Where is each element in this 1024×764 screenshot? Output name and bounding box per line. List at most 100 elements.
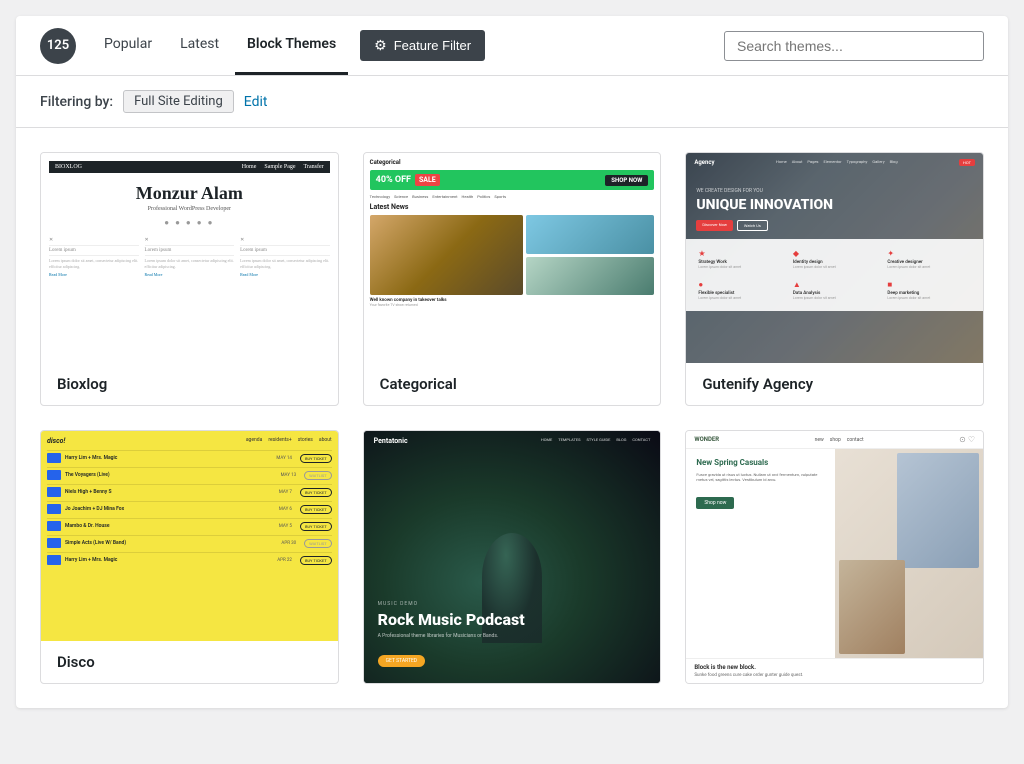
cat-images <box>370 215 655 295</box>
agency-card-5: ▲ Data Analysis Lorem ipsum dolor sit am… <box>789 276 881 305</box>
theme-card-agency[interactable]: Agency HomeAboutPagesElementorTypography… <box>685 152 984 406</box>
wonder-image-1 <box>897 453 979 568</box>
disco-date-3: MAY 6 <box>279 507 292 512</box>
disco-brand: disco! <box>47 437 65 445</box>
wonder-logo: WONDER <box>694 436 719 443</box>
disco-artist-0: Harry Lim + Mrs. Magic <box>65 455 272 461</box>
gear-icon: ⚙ <box>374 37 387 54</box>
agency-discover-btn: Discover Now <box>696 220 733 231</box>
disco-icon-4 <box>47 521 61 531</box>
feature-filter-label: Feature Filter <box>394 38 471 53</box>
theme-preview-wonder: WONDER newshopcontact ⊙ ♡ New Spring Cas… <box>686 431 983 683</box>
search-area <box>724 31 984 61</box>
filter-edit-link[interactable]: Edit <box>244 94 268 110</box>
main-container: 125 Popular Latest Block Themes ⚙ Featur… <box>16 16 1008 708</box>
disco-row-3: Jo Joachim + DJ Mina Fox MAY 6 BUY TICKE… <box>47 501 332 516</box>
penta-logo: Pentatonic <box>374 437 408 445</box>
penta-main: MUSIC DEMO Rock Music Podcast A Professi… <box>364 591 661 683</box>
cat-sale-badge: SALE <box>415 174 440 186</box>
disco-btn-2: BUY TICKET <box>300 488 332 497</box>
disco-btn-4: BUY TICKET <box>300 522 332 531</box>
theme-name-bioxlog: Bioxlog <box>41 363 338 405</box>
filter-bar: Filtering by: Full Site Editing Edit <box>16 76 1008 128</box>
theme-name-agency: Gutenify Agency <box>686 363 983 405</box>
wonder-image-2 <box>839 560 906 654</box>
theme-preview-agency: Agency HomeAboutPagesElementorTypography… <box>686 153 983 363</box>
agency-card-3: ✦ Creative designer Lorem ipsum dolor si… <box>883 245 975 274</box>
theme-preview-disco: disco! agendaresidents+storiesabout Harr… <box>41 431 338 641</box>
nav-tabs: Popular Latest Block Themes ⚙ Feature Fi… <box>92 16 724 75</box>
disco-date-6: APR 22 <box>277 558 292 563</box>
cat-nav: TechnologyScienceBusinessEntertainmentHe… <box>370 194 655 199</box>
disco-nav: agendaresidents+storiesabout <box>246 437 332 445</box>
bioxlog-subtitle: Professional WordPress Developer <box>49 206 330 212</box>
penta-nav: Pentatonic HOMETEMPLATESSTYLE GUIDEBLOGC… <box>364 431 661 451</box>
theme-card-categorical[interactable]: Categorical 40% OFF SALE SHOP NOW Techno… <box>363 152 662 406</box>
disco-rows: Harry Lim + Mrs. Magic MAY 14 BUY TICKET… <box>47 450 332 567</box>
cat-image-bottom <box>526 257 654 296</box>
disco-icon-1 <box>47 470 61 480</box>
tab-latest[interactable]: Latest <box>168 16 231 75</box>
bioxlog-col-3: ✕ Lorem ipsum Lorem ipsum dolor sit amet… <box>240 237 330 277</box>
tab-popular[interactable]: Popular <box>92 16 164 75</box>
disco-artist-2: Niels High + Benny S <box>65 489 275 495</box>
theme-preview-categorical: Categorical 40% OFF SALE SHOP NOW Techno… <box>364 153 661 363</box>
wonder-headline: New Spring Casuals <box>696 459 824 468</box>
theme-card-bioxlog[interactable]: BIOXLOG HomeSample PageTransfer Monzur A… <box>40 152 339 406</box>
cat-side-images <box>526 215 654 295</box>
wonder-block-text: Sunke food greens cure cake order gunter… <box>694 673 975 678</box>
agency-card-6: ■ Deep marketing Lorem ipsum dolor sit a… <box>883 276 975 305</box>
theme-name-disco: Disco <box>41 641 338 683</box>
theme-card-disco[interactable]: disco! agendaresidents+storiesabout Harr… <box>40 430 339 684</box>
disco-date-0: MAY 14 <box>276 456 292 461</box>
agency-nav: Agency HomeAboutPagesElementorTypography… <box>686 153 983 172</box>
agency-card-4: ● Flexible specialist Lorem ipsum dolor … <box>694 276 786 305</box>
wonder-cta: Shop now <box>696 497 734 509</box>
disco-icon-3 <box>47 504 61 514</box>
bioxlog-cols: ✕ Lorem ipsum Lorem ipsum dolor sit amet… <box>49 237 330 277</box>
bioxlog-col-2: ✕ Lorem ipsum Lorem ipsum dolor sit amet… <box>145 237 235 277</box>
wonder-left: New Spring Casuals Fusce gravida ut risu… <box>686 449 834 658</box>
theme-count-badge: 125 <box>40 28 76 64</box>
disco-artist-6: Harry Lim + Mrs. Magic <box>65 557 273 563</box>
bioxlog-title: Monzur Alam <box>49 183 330 204</box>
disco-btn-6: BUY TICKET <box>300 556 332 565</box>
disco-row-1: The Voyagers (Live) MAY 13 WAITLIST <box>47 467 332 482</box>
disco-row-4: Mambo & Dr. House MAY 5 BUY TICKET <box>47 518 332 533</box>
penta-genre: MUSIC DEMO <box>378 601 647 607</box>
disco-row-5: Simple Acts (Live W/ Band) APR 30 WAITLI… <box>47 535 332 550</box>
cat-banner: 40% OFF SALE SHOP NOW <box>370 170 655 190</box>
cat-main-image <box>370 215 524 295</box>
wonder-right <box>835 449 983 658</box>
theme-name-pentatonic: Pentatonic <box>364 683 661 684</box>
disco-artist-1: The Voyagers (Live) <box>65 472 277 478</box>
disco-artist-3: Jo Joachim + DJ Mina Fox <box>65 506 275 512</box>
theme-card-pentatonic[interactable]: Pentatonic HOMETEMPLATESSTYLE GUIDEBLOGC… <box>363 430 662 684</box>
wonder-nav: newshopcontact <box>815 437 864 443</box>
disco-row-0: Harry Lim + Mrs. Magic MAY 14 BUY TICKET <box>47 450 332 465</box>
tab-block-themes[interactable]: Block Themes <box>235 16 348 75</box>
filter-label: Filtering by: <box>40 94 113 110</box>
agency-badge: HOT <box>959 159 975 166</box>
disco-date-4: MAY 5 <box>279 524 292 529</box>
feature-filter-button[interactable]: ⚙ Feature Filter <box>360 30 485 61</box>
disco-btn-0: BUY TICKET <box>300 454 332 463</box>
wonder-main: New Spring Casuals Fusce gravida ut risu… <box>686 449 983 658</box>
bioxlog-dots: ● ● ● ● ● <box>49 218 330 227</box>
agency-card-2: ◆ Identity design Lorem ipsum dolor sit … <box>789 245 881 274</box>
search-input[interactable] <box>724 31 984 61</box>
filter-tag: Full Site Editing <box>123 90 234 113</box>
cat-image-top <box>526 215 654 254</box>
theme-preview-pentatonic: Pentatonic HOMETEMPLATESSTYLE GUIDEBLOGC… <box>364 431 661 683</box>
theme-name-wonder: YITH Wonder <box>686 683 983 684</box>
disco-row-6: Harry Lim + Mrs. Magic APR 22 BUY TICKET <box>47 552 332 567</box>
disco-icon-2 <box>47 487 61 497</box>
cat-subcaption: Your favorite TV show returned <box>370 303 655 307</box>
disco-btn-1: WAITLIST <box>304 471 332 480</box>
penta-cta: GET STARTED <box>378 655 425 667</box>
penta-title: Rock Music Podcast <box>378 611 647 629</box>
cat-latest: Latest News <box>370 203 655 211</box>
disco-header: disco! agendaresidents+storiesabout <box>47 437 332 445</box>
disco-icon-6 <box>47 555 61 565</box>
theme-card-wonder[interactable]: WONDER newshopcontact ⊙ ♡ New Spring Cas… <box>685 430 984 684</box>
